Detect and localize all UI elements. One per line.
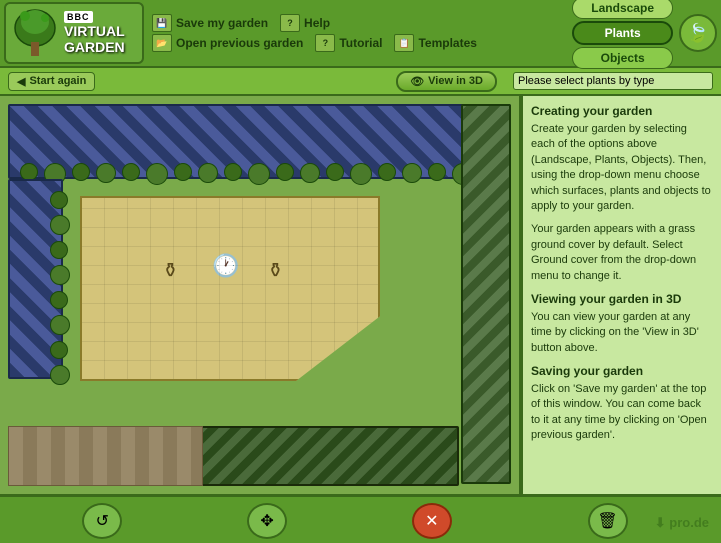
templates-icon: 📋 <box>394 34 414 52</box>
menu-row-2: 📂 Open previous garden ? Tutorial 📋 Temp… <box>152 34 556 52</box>
bbc-badge: BBC <box>64 11 93 23</box>
remove-all-icon: 🗑 <box>588 503 628 539</box>
logo-tree-icon <box>10 6 60 60</box>
remove-plant-icon: ✕ <box>412 503 452 539</box>
folder-icon: 📂 <box>152 34 172 52</box>
tutorial-button[interactable]: ? Tutorial <box>315 34 382 52</box>
logo-text: BBC VIRTUAL GARDEN <box>64 11 125 55</box>
logo-area: BBC VIRTUAL GARDEN <box>4 2 144 64</box>
eye-icon: 👁 <box>410 75 424 88</box>
tutorial-icon: ? <box>315 34 335 52</box>
tab-landscape[interactable]: Landscape <box>572 0 673 19</box>
garden-canvas[interactable]: ⚱ 🕐 ⚱ <box>0 96 521 494</box>
tab-objects[interactable]: Objects <box>572 47 673 69</box>
info-panel: Creating your garden Create your garden … <box>521 96 721 494</box>
templates-button[interactable]: 📋 Templates <box>394 34 476 52</box>
remove-plant-button[interactable]: ✕ Remove plant <box>392 503 472 543</box>
header: BBC VIRTUAL GARDEN 💾 Save my garden ? He… <box>0 0 721 68</box>
info-section3-text: You can view your garden at any time by … <box>531 310 713 356</box>
help-icon: ? <box>280 14 300 32</box>
vg-title: VIRTUAL GARDEN <box>64 24 125 55</box>
info-section4-title: Saving your garden <box>531 364 713 378</box>
remove-all-plants-button[interactable]: 🗑 Remove all plants <box>557 503 659 543</box>
menu-row-1: 💾 Save my garden ? Help <box>152 14 556 32</box>
open-garden-button[interactable]: 📂 Open previous garden <box>152 34 303 52</box>
bottom-toolbar: ↺ Undo ✥ Select ✕ Remove plant 🗑 Remove … <box>0 494 721 543</box>
save-garden-button[interactable]: 💾 Save my garden <box>152 14 268 32</box>
undo-icon: ↺ <box>82 503 122 539</box>
back-arrow-icon: ◀ <box>17 75 25 88</box>
floppy-icon: 💾 <box>152 14 172 32</box>
info-section1-title: Creating your garden <box>531 104 713 118</box>
main-content: ⚱ 🕐 ⚱ Creating your garden Create your g… <box>0 96 721 494</box>
select-icon: ✥ <box>247 503 287 539</box>
undo-button[interactable]: ↺ Undo <box>62 503 142 543</box>
start-again-button[interactable]: ◀ Start again <box>8 72 95 91</box>
info-section3-title: Viewing your garden in 3D <box>531 292 713 306</box>
info-section4-text: Click on 'Save my garden' at the top of … <box>531 382 713 444</box>
info-section1-text: Create your garden by selecting each of … <box>531 122 713 214</box>
tab-plants[interactable]: Plants <box>572 21 673 45</box>
select-button[interactable]: ✥ Select <box>227 503 307 543</box>
header-right: Landscape Plants Objects 🍃 <box>572 0 717 69</box>
plant-type-dropdown[interactable]: Please select plants by type <box>513 72 713 90</box>
view-3d-button[interactable]: 👁 View in 3D <box>396 71 497 92</box>
info-section2-text: Your garden appears with a grass ground … <box>531 222 713 284</box>
toolbar: ◀ Start again 👁 View in 3D Please select… <box>0 68 721 96</box>
help-button[interactable]: ? Help <box>280 14 330 32</box>
leaf-logo-icon: 🍃 <box>679 14 717 52</box>
menu-area: 💾 Save my garden ? Help 📂 Open previous … <box>152 14 556 52</box>
